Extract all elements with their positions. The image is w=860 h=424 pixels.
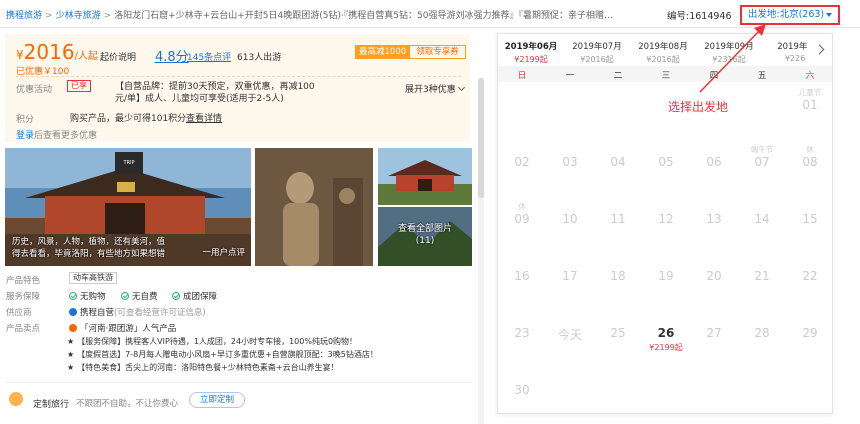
annotation-arrow — [699, 24, 766, 93]
annotation-label: 选择出发地 — [668, 100, 729, 114]
